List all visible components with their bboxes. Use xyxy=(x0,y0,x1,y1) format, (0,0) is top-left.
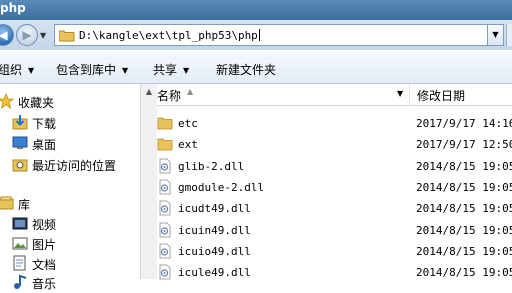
forward-button[interactable]: ▶ xyxy=(16,24,38,46)
video-icon xyxy=(12,217,28,230)
address-history-dropdown[interactable]: ▼ xyxy=(488,24,504,46)
sort-ascending-icon: ▲ xyxy=(187,87,194,96)
file-modified-date: 2014/8/15 19:05 xyxy=(416,202,512,216)
table-row[interactable]: ext 2017/9/17 12:50 xyxy=(157,134,512,155)
folder-icon xyxy=(59,30,75,42)
dll-file-icon xyxy=(159,158,171,173)
file-modified-date: 2017/9/17 14:16 xyxy=(416,117,512,130)
library-icon xyxy=(0,196,14,210)
organize-menu[interactable]: 组织 ▼ xyxy=(0,61,34,78)
chevron-down-icon: ▼ xyxy=(28,66,35,75)
file-modified-date: 2014/8/15 19:05 xyxy=(416,159,512,173)
file-name: etc xyxy=(178,117,198,130)
table-row[interactable]: gmodule-2.dll 2014/8/15 19:05 xyxy=(157,177,512,198)
sidebar-item-label: 图片 xyxy=(32,238,57,252)
chevron-down-icon[interactable]: ▼ xyxy=(397,89,403,98)
sidebar-item-label: 收藏夹 xyxy=(18,96,55,110)
include-in-library-label: 包含到库中 xyxy=(56,63,117,77)
sidebar-item-label: 下载 xyxy=(32,117,57,131)
column-header-row: 名称 ▲ ▼ 修改日期 xyxy=(157,84,512,106)
address-bar[interactable]: D:\kangle\ext\tpl_php53\php xyxy=(54,24,488,46)
dll-file-icon xyxy=(159,179,171,195)
file-name: glib-2.dll xyxy=(178,159,245,173)
organize-label: 组织 xyxy=(0,63,23,77)
table-row[interactable]: etc 2017/9/17 14:16 xyxy=(157,113,512,134)
window-title: php xyxy=(0,1,26,15)
new-folder-label: 新建文件夹 xyxy=(216,63,277,77)
star-icon xyxy=(0,93,14,109)
file-name: icuin49.dll xyxy=(178,223,251,237)
download-icon xyxy=(12,115,28,130)
back-button[interactable]: ◀ xyxy=(0,24,14,46)
sidebar-item-label: 音乐 xyxy=(32,277,57,291)
document-icon xyxy=(13,255,26,271)
address-path[interactable]: D:\kangle\ext\tpl_php53\php xyxy=(79,29,260,42)
include-in-library-menu[interactable]: 包含到库中 ▼ xyxy=(56,61,128,78)
picture-icon xyxy=(12,237,28,250)
share-menu[interactable]: 共享 ▼ xyxy=(153,61,189,78)
file-name: ext xyxy=(178,138,198,152)
file-modified-date: 2017/9/17 12:50 xyxy=(416,138,512,152)
desktop-icon xyxy=(12,136,28,149)
forward-arrow-icon: ▶ xyxy=(22,28,32,42)
new-folder-button[interactable]: 新建文件夹 xyxy=(216,61,276,78)
sidebar-item-label: 库 xyxy=(18,198,31,212)
sidebar-item-label: 最近访问的位置 xyxy=(32,159,117,173)
table-row[interactable]: icudt49.dll 2014/8/15 19:05 xyxy=(157,198,512,219)
navigation-pane: 收藏夹 下载 桌面 最近访问的位置 库 视频 图片 文档 音乐 xyxy=(0,84,140,291)
recent-places-icon xyxy=(12,159,28,172)
column-header-date-label: 修改日期 xyxy=(417,89,466,103)
chevron-down-icon: ▼ xyxy=(122,66,129,75)
dll-file-icon xyxy=(159,222,171,237)
column-header-date[interactable]: 修改日期 xyxy=(411,84,512,106)
folder-icon xyxy=(157,117,173,130)
folder-icon xyxy=(157,138,173,151)
table-row[interactable]: icule49.dll 2014/8/15 19:05 xyxy=(157,262,512,283)
file-list: 名称 ▲ ▼ 修改日期 etc 2017/9/17 14:16 ext 2017/9/… xyxy=(157,84,512,280)
file-modified-date: 2014/8/15 19:05 xyxy=(416,266,512,280)
scroll-up-icon[interactable]: ▲ xyxy=(141,84,157,100)
recent-pages-dropdown-icon[interactable]: ▼ xyxy=(40,31,46,40)
column-header-name[interactable]: 名称 ▲ ▼ xyxy=(157,84,410,106)
table-row[interactable]: glib-2.dll 2014/8/15 19:05 xyxy=(157,156,512,177)
table-row[interactable]: icuin49.dll 2014/8/15 19:05 xyxy=(157,220,512,241)
file-name: gmodule-2.dll xyxy=(178,180,265,194)
sidebar-item-label: 视频 xyxy=(32,218,57,232)
file-name: icule49.dll xyxy=(178,266,251,280)
file-modified-date: 2014/8/15 19:05 xyxy=(416,223,512,237)
back-arrow-icon: ◀ xyxy=(0,28,8,42)
navigation-pane-scrollbar[interactable]: ▲ xyxy=(140,84,157,279)
sidebar-item-label: 桌面 xyxy=(32,138,57,152)
file-name: icuio49.dll xyxy=(178,244,251,258)
column-header-name-label: 名称 xyxy=(157,89,182,103)
music-icon xyxy=(14,274,27,289)
title-bar: php xyxy=(0,0,512,20)
file-modified-date: 2014/8/15 19:05 xyxy=(416,180,512,194)
dll-file-icon xyxy=(159,264,171,280)
dll-file-icon xyxy=(159,200,171,216)
share-label: 共享 xyxy=(153,63,178,77)
sidebar-item-label: 文档 xyxy=(32,258,57,272)
chevron-down-icon: ▼ xyxy=(183,66,190,75)
file-name: icudt49.dll xyxy=(178,202,251,216)
command-toolbar: 组织 ▼ 包含到库中 ▼ 共享 ▼ 新建文件夹 xyxy=(0,52,512,84)
dll-file-icon xyxy=(159,243,171,259)
refresh-button[interactable] xyxy=(506,24,512,46)
table-row[interactable]: icuio49.dll 2014/8/15 19:05 xyxy=(157,241,512,262)
file-modified-date: 2014/8/15 19:05 xyxy=(416,244,512,258)
